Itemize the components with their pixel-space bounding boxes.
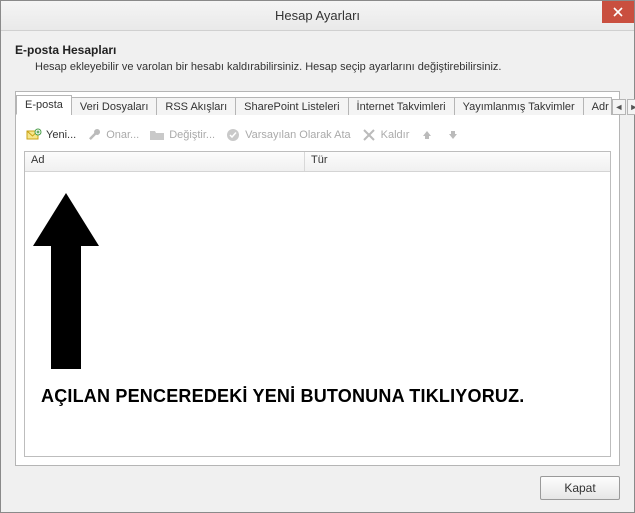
- dialog-content: E-posta Hesapları Hesap ekleyebilir ve v…: [1, 31, 634, 512]
- tab-internet-calendars[interactable]: İnternet Takvimleri: [348, 97, 455, 116]
- move-down-button[interactable]: [445, 127, 461, 143]
- tab-published-calendars[interactable]: Yayımlanmış Takvimler: [454, 97, 584, 116]
- change-label: Değiştir...: [169, 129, 215, 141]
- mail-new-icon: [26, 127, 42, 143]
- window-controls: [602, 1, 634, 23]
- column-name[interactable]: Ad: [25, 152, 305, 171]
- listview-header: Ad Tür: [25, 152, 610, 172]
- arrow-down-icon: [445, 127, 461, 143]
- tabstrip: E-posta Veri Dosyaları RSS Akışları Shar…: [16, 91, 619, 115]
- window-title: Hesap Ayarları: [1, 8, 634, 23]
- titlebar: Hesap Ayarları: [1, 1, 634, 31]
- accounts-listview[interactable]: Ad Tür: [24, 151, 611, 457]
- new-account-label: Yeni...: [46, 129, 76, 141]
- folder-edit-icon: [149, 127, 165, 143]
- tab-panel-email: Yeni... Onar...: [16, 115, 619, 465]
- new-account-button[interactable]: Yeni...: [26, 127, 76, 143]
- listview-body: [25, 172, 610, 456]
- section-subheading: Hesap ekleyebilir ve varolan bir hesabı …: [35, 61, 620, 73]
- set-default-button[interactable]: Varsayılan Olarak Ata: [225, 127, 351, 143]
- tab-container: E-posta Veri Dosyaları RSS Akışları Shar…: [15, 91, 620, 466]
- arrow-up-icon: [419, 127, 435, 143]
- dialog-footer: Kapat: [15, 466, 620, 500]
- dialog-window: Hesap Ayarları E-posta Hesapları Hesap e…: [0, 0, 635, 513]
- check-circle-icon: [225, 127, 241, 143]
- column-type[interactable]: Tür: [305, 152, 610, 171]
- remove-label: Kaldır: [381, 129, 410, 141]
- wrench-icon: [86, 127, 102, 143]
- tab-address-books[interactable]: Adr: [583, 97, 612, 116]
- tab-data-files[interactable]: Veri Dosyaları: [71, 97, 157, 116]
- toolbar: Yeni... Onar...: [24, 123, 611, 151]
- section-heading: E-posta Hesapları: [15, 43, 620, 57]
- annotation-text: AÇILAN PENCEREDEKİ YENİ BUTONUNA TIKLIYO…: [41, 386, 525, 407]
- tab-scroll: ◄ ►: [612, 99, 635, 115]
- tab-rss[interactable]: RSS Akışları: [156, 97, 236, 116]
- close-icon: [613, 7, 623, 17]
- repair-label: Onar...: [106, 129, 139, 141]
- remove-button[interactable]: Kaldır: [361, 127, 410, 143]
- close-button[interactable]: Kapat: [540, 476, 620, 500]
- close-window-button[interactable]: [602, 1, 634, 23]
- repair-button[interactable]: Onar...: [86, 127, 139, 143]
- set-default-label: Varsayılan Olarak Ata: [245, 129, 351, 141]
- move-up-button[interactable]: [419, 127, 435, 143]
- tab-scroll-right[interactable]: ►: [627, 99, 635, 115]
- tab-scroll-left[interactable]: ◄: [612, 99, 626, 115]
- change-button[interactable]: Değiştir...: [149, 127, 215, 143]
- tab-sharepoint[interactable]: SharePoint Listeleri: [235, 97, 348, 116]
- remove-x-icon: [361, 127, 377, 143]
- tab-email[interactable]: E-posta: [16, 95, 72, 115]
